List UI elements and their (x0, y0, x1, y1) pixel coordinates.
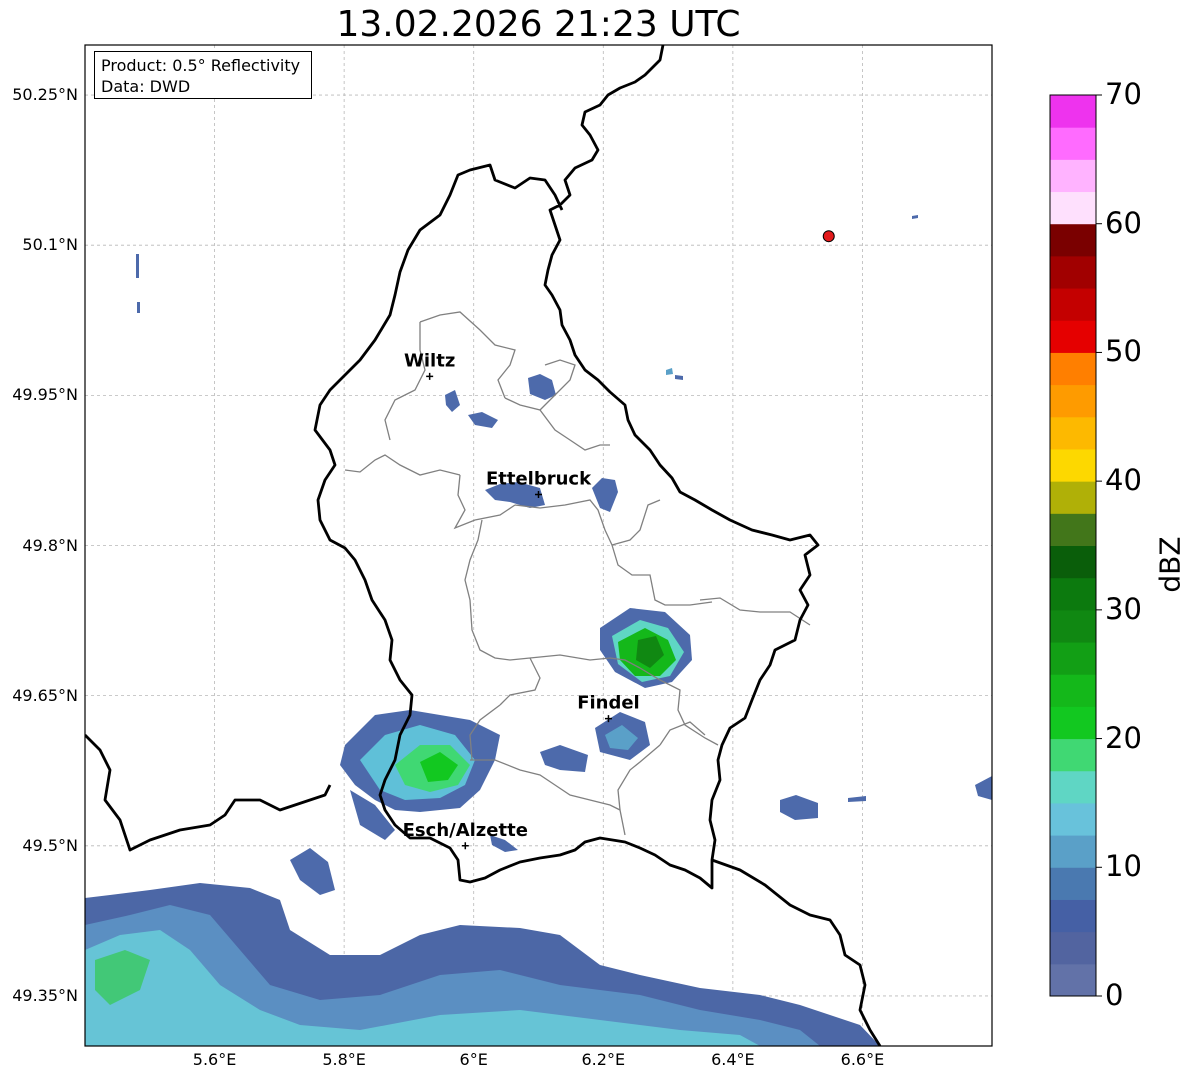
echo-north-1 (528, 374, 556, 400)
echo-mid-small (540, 745, 588, 772)
colorbar-segment (1050, 642, 1096, 675)
colorbar-segment (1050, 835, 1096, 868)
colorbar-segment (1050, 288, 1096, 321)
colorbar-segment (1050, 191, 1096, 225)
city-cross-icon (461, 842, 469, 850)
colorbar-segment (1050, 577, 1096, 611)
colorbar-segment (1050, 609, 1096, 643)
colorbar-segment (1050, 223, 1096, 257)
echo-north-3 (468, 412, 498, 428)
echo-tiny-1 (666, 368, 673, 375)
colorbar-segment (1050, 867, 1096, 900)
border-fr-be-west (85, 734, 332, 852)
echo-east-far-1 (780, 795, 818, 820)
colorbar-segment (1050, 448, 1096, 482)
colorbar-tick-label: 70 (1105, 77, 1142, 111)
colorbar-segment (1050, 320, 1096, 353)
colorbar-tick-label: 20 (1105, 720, 1142, 755)
colorbar-tick-label: 40 (1105, 463, 1142, 498)
colorbar-tick-label: 50 (1105, 334, 1142, 369)
colorbar-label: dBZ (1153, 536, 1184, 593)
lon-tick-label: 6°E (459, 1050, 488, 1069)
colorbar-segment (1050, 738, 1096, 772)
colorbar-tick-label: 30 (1105, 591, 1142, 626)
reflectivity-echoes (85, 215, 992, 1046)
lon-tick-label: 5.8°E (322, 1050, 366, 1069)
lat-tick-label: 50.25°N (12, 85, 78, 105)
echo-tiny-3 (912, 215, 918, 219)
city-label: Wiltz (404, 350, 455, 371)
colorbar-segment (1050, 95, 1096, 128)
colorbar-segment (1050, 416, 1096, 450)
lat-tick-label: 49.8°N (22, 535, 78, 555)
data-source-label: Data: DWD (101, 77, 191, 96)
echo-tiny-2 (675, 375, 683, 380)
colorbar-segment (1050, 770, 1096, 804)
city-cross-icon (426, 372, 434, 380)
lon-tick-label: 5.6°E (192, 1050, 237, 1069)
colorbar-segment (1050, 159, 1096, 193)
city-label: Ettelbruck (486, 468, 592, 489)
colorbar-segment (1050, 513, 1096, 546)
colorbar-segment (1050, 127, 1096, 160)
colorbar-tick-label: 0 (1105, 978, 1124, 1012)
colorbar-segment (1050, 545, 1096, 579)
echo-west-line-2 (137, 302, 140, 313)
colorbar-segment (1050, 931, 1096, 965)
lat-tick-label: 49.35°N (12, 985, 78, 1005)
city-marker[interactable]: Wiltz (404, 350, 455, 380)
echo-west-line-1 (136, 254, 139, 278)
echo-east-edge (975, 776, 992, 800)
colorbar-tick-label: 10 (1105, 849, 1142, 884)
colorbar-segment (1050, 384, 1096, 418)
radar-map[interactable]: Wiltz Ettelbruck Findel Esch/Alzette (0, 0, 1184, 1081)
colorbar-segment (1050, 674, 1096, 707)
colorbar-segment (1050, 963, 1096, 997)
colorbar-segment (1050, 802, 1096, 836)
colorbar-tick-label: 60 (1105, 205, 1142, 240)
lat-tick-label: 50.1°N (22, 235, 78, 255)
lat-tick-label: 49.65°N (12, 685, 78, 705)
colorbar-segment (1050, 352, 1096, 386)
lat-tick-label: 49.95°N (12, 385, 78, 405)
product-label: Product: 0.5° Reflectivity (101, 56, 301, 75)
lon-tick-label: 6.2°E (581, 1050, 626, 1069)
colorbar (1050, 94, 1102, 997)
echo-east-far-2 (848, 796, 866, 802)
echo-north-2 (445, 390, 460, 412)
lat-tick-label: 49.5°N (22, 835, 78, 855)
colorbar-segment (1050, 899, 1096, 933)
lon-tick-label: 6.6°E (840, 1050, 885, 1069)
lon-tick-label: 6.4°E (711, 1050, 755, 1069)
colorbar-segment (1050, 706, 1096, 740)
radar-site-marker[interactable] (822, 230, 835, 243)
echo-small-sw (290, 848, 335, 895)
colorbar-segment (1050, 481, 1096, 514)
colorbar-segment (1050, 255, 1096, 289)
city-label: Esch/Alzette (403, 820, 528, 841)
city-label: Findel (577, 693, 640, 714)
product-info-box: Product: 0.5° Reflectivity Data: DWD (94, 51, 312, 99)
